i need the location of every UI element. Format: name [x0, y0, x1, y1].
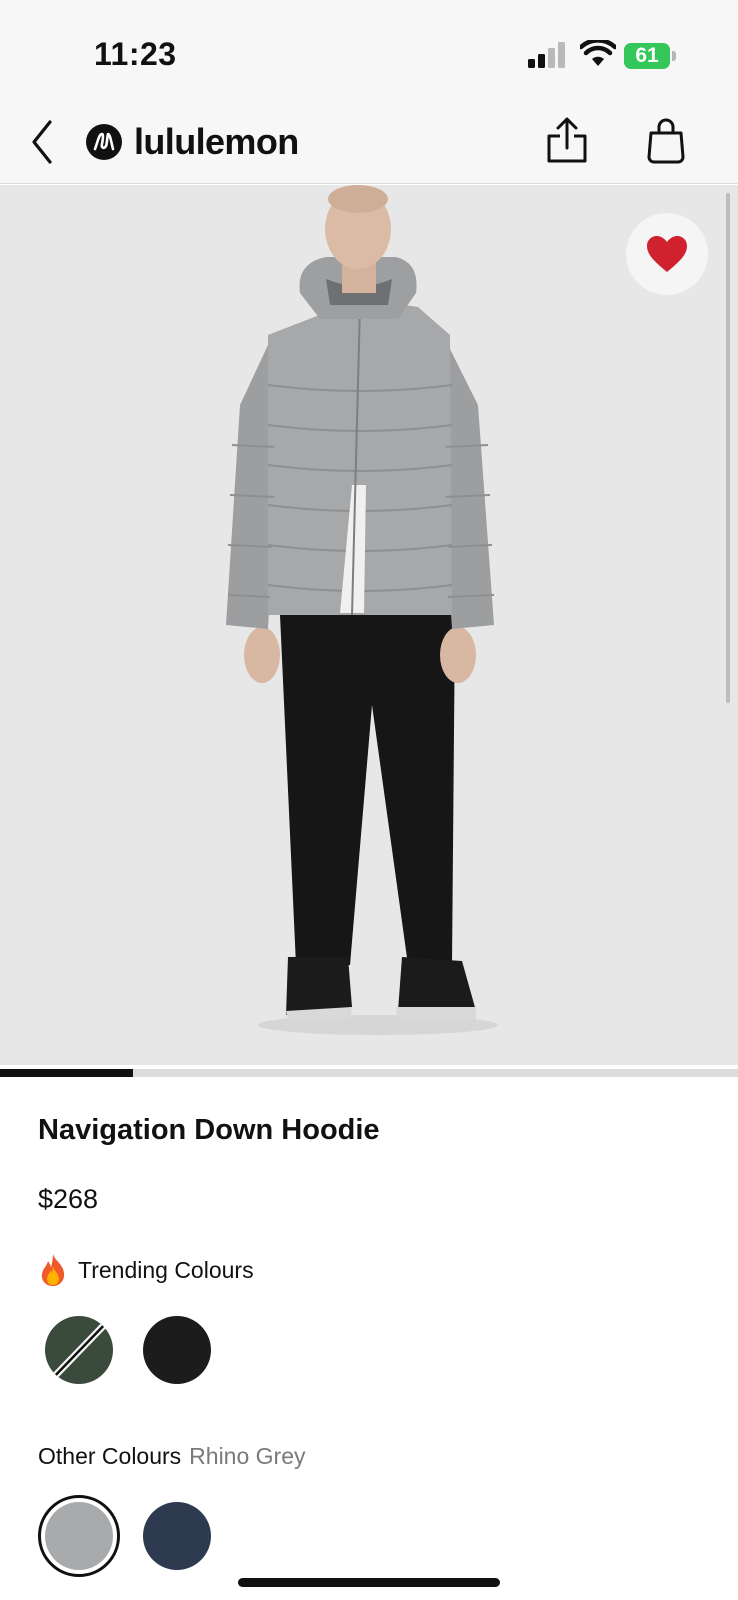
- image-carousel-indicator: [0, 1069, 738, 1077]
- product-price: $268: [38, 1184, 99, 1214]
- favorite-button[interactable]: [626, 213, 708, 295]
- status-bar: 11:23 61: [0, 0, 738, 100]
- trending-colours-header: Trending Colours: [38, 1252, 254, 1288]
- unavailable-slash: [46, 1317, 112, 1384]
- colour-swatch-navy[interactable]: [143, 1502, 211, 1570]
- back-icon[interactable]: [28, 118, 56, 166]
- battery-level: 61: [635, 44, 659, 67]
- signal-icon: [528, 42, 565, 68]
- brand-logo-icon: [86, 124, 122, 160]
- colour-swatch-black[interactable]: [143, 1316, 211, 1384]
- trending-colours-label: Trending Colours: [78, 1256, 254, 1283]
- product-photo: [226, 185, 498, 1035]
- colour-swatch-green-unavailable[interactable]: [45, 1316, 113, 1384]
- product-title: Navigation Down Hoodie: [38, 1114, 380, 1146]
- product-image[interactable]: [0, 185, 738, 1065]
- other-colours-header: Other Colours Rhino Grey: [38, 1443, 306, 1470]
- colour-swatch-rhino-grey[interactable]: [45, 1502, 113, 1570]
- fire-icon: [41, 1254, 65, 1286]
- brand: lululemon: [86, 118, 299, 166]
- selected-colour-name: Rhino Grey: [189, 1443, 306, 1469]
- brand-name: lululemon: [134, 121, 299, 162]
- scroll-indicator[interactable]: [726, 193, 730, 703]
- shopping-bag-icon[interactable]: [646, 116, 686, 164]
- status-time: 11:23: [94, 36, 177, 72]
- nav-bar: lululemon: [0, 100, 738, 184]
- home-indicator: [238, 1578, 500, 1587]
- other-colours-label: Other Colours: [38, 1443, 182, 1469]
- share-icon[interactable]: [546, 116, 588, 164]
- wifi-icon: [580, 40, 616, 66]
- heart-icon: [647, 236, 687, 272]
- carousel-progress: [0, 1069, 133, 1077]
- battery-charging-icon: 61: [624, 43, 676, 69]
